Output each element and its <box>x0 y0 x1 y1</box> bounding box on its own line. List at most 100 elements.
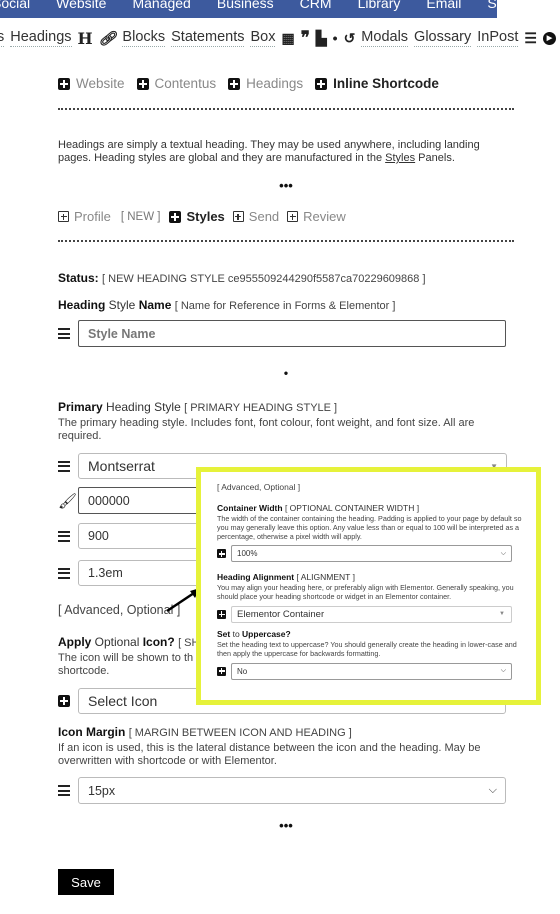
undo-icon[interactable]: ↺ <box>344 30 356 47</box>
calculator-icon[interactable]: ▦ <box>281 30 294 47</box>
label-part: Icon Margin <box>58 725 126 739</box>
plus-square-icon <box>136 77 149 90</box>
subtab-send[interactable]: Send <box>232 209 279 224</box>
uppercase-row: No ⌵ <box>217 662 522 680</box>
top-nav-business[interactable]: Business <box>217 0 274 13</box>
label-tag: [ OPTIONAL CONTAINER WIDTH ] <box>284 503 420 513</box>
quote-icon[interactable]: ❞ <box>301 28 310 48</box>
top-nav-social[interactable]: Social <box>0 0 30 13</box>
play-circle-icon[interactable]: ▶ <box>542 31 556 45</box>
subnav-link-modals[interactable]: Modals <box>361 29 409 47</box>
color-input[interactable]: 000000 <box>78 487 208 514</box>
plus-square-icon <box>315 77 328 90</box>
styles-link[interactable]: Styles <box>385 152 415 164</box>
tab-headings[interactable]: Headings <box>228 76 303 91</box>
subnav-link-statements[interactable]: Statements <box>171 29 245 47</box>
advanced-panel-content: [ Advanced, Optional ] Container Width [… <box>217 482 522 680</box>
hamburger-icon <box>58 567 78 579</box>
heading-icon[interactable]: H <box>78 29 93 48</box>
uppercase-select[interactable]: No ⌵ <box>231 662 512 680</box>
advanced-optional-link[interactable]: [ Advanced, Optional ] <box>58 603 180 617</box>
sub-nav: s Headings H 🔗︎ Blocks Statements Box ▦ … <box>0 26 556 50</box>
container-width-row: 100% ⌵ <box>217 545 522 563</box>
subnav-link-blocks[interactable]: Blocks <box>122 29 166 47</box>
tab-label: Inline Shortcode <box>333 76 439 91</box>
icon-margin-label: Icon Margin [ MARGIN BETWEEN ICON AND HE… <box>58 725 352 739</box>
new-badge: [ NEW ] <box>120 210 161 223</box>
weight-select[interactable]: 900 <box>78 523 208 549</box>
panel-tag: [ Advanced, Optional ] <box>217 482 301 492</box>
alignment-value: Elementor Container <box>237 608 325 620</box>
subtab-profile[interactable]: Profile <box>58 209 111 224</box>
dot-icon[interactable]: • <box>333 30 338 46</box>
subnav-link-headings[interactable]: Headings <box>10 29 72 47</box>
subtab-label: Styles <box>186 209 225 224</box>
icon-margin-description: If an icon is used, this is the lateral … <box>58 742 481 767</box>
advanced-options-panel: [ Advanced, Optional ] Container Width [… <box>196 467 541 705</box>
label-part: Apply <box>58 635 92 649</box>
icon-margin-select[interactable]: 15px ⌵ <box>78 777 506 804</box>
style-name-input[interactable]: Style Name <box>78 320 506 347</box>
intro-text-after: Panels. <box>415 152 455 164</box>
plus-square-outline-icon <box>232 211 244 222</box>
save-button[interactable]: Save <box>58 869 114 895</box>
plus-square-icon <box>58 695 78 707</box>
alignment-label: Heading Alignment [ ALIGNMENT ] <box>217 572 522 582</box>
dotted-divider <box>58 108 514 110</box>
primary-style-description: The primary heading style. Includes font… <box>58 417 475 442</box>
subnav-link-s[interactable]: s <box>0 29 5 47</box>
subtab-review[interactable]: Review <box>287 209 346 224</box>
breadcrumb-tabs: Website Contentus Headings Inline Shortc… <box>58 76 444 91</box>
label-part: Set <box>217 628 231 639</box>
hamburger-icon <box>58 530 78 542</box>
label-part: to <box>230 628 243 639</box>
top-nav-website[interactable]: Website <box>56 0 106 13</box>
icon-select-value: Select Icon <box>88 693 158 709</box>
label-part: Heading <box>58 298 106 312</box>
top-nav-items: Social Website Managed Business CRM Libr… <box>0 0 497 13</box>
weight-value: 900 <box>88 529 109 543</box>
plus-square-outline-icon <box>287 211 299 222</box>
alignment-select[interactable]: Elementor Container ▼ <box>231 605 512 623</box>
list-icon[interactable]: ☰ <box>524 30 537 47</box>
container-width-select[interactable]: 100% ⌵ <box>231 545 512 563</box>
tab-contentus[interactable]: Contentus <box>136 76 217 91</box>
status-label: Status: <box>58 271 99 285</box>
link-icon[interactable]: 🔗︎ <box>99 30 117 47</box>
subtab-styles[interactable]: Styles <box>169 209 225 224</box>
chevron-down-icon: ⌵ <box>500 667 506 675</box>
hamburger-icon <box>58 328 78 339</box>
uppercase-description: Set the heading text to uppercase? You s… <box>217 639 517 658</box>
top-nav-managed[interactable]: Managed <box>132 0 190 13</box>
size-select[interactable]: 1.3em <box>78 560 208 586</box>
style-name-label: Heading Style Name [ Name for Reference … <box>58 298 395 312</box>
scroll-icon[interactable]: ▙ <box>316 30 327 47</box>
plus-square-icon <box>217 549 226 559</box>
tab-website[interactable]: Website <box>58 76 125 91</box>
color-value: 000000 <box>88 493 130 508</box>
uppercase-value: No <box>237 666 248 676</box>
plus-square-icon <box>169 210 182 223</box>
plus-square-outline-icon <box>58 211 69 222</box>
plus-square-icon <box>217 666 226 676</box>
plus-square-icon <box>217 609 226 619</box>
label-part: Container Width <box>217 503 283 513</box>
tab-label: Contentus <box>154 76 217 91</box>
subnav-link-inpost[interactable]: InPost <box>477 29 519 47</box>
subnav-link-glossary[interactable]: Glossary <box>414 29 472 47</box>
hamburger-icon <box>58 460 78 472</box>
top-nav-crm[interactable]: CRM <box>300 0 332 13</box>
desc-part: The icon will be shown to th <box>58 652 194 664</box>
tab-inline-shortcode[interactable]: Inline Shortcode <box>315 76 439 91</box>
top-nav-email[interactable]: Email <box>426 0 461 13</box>
chevron-down-icon: ⌵ <box>488 784 497 796</box>
top-nav-bar: Social Website Managed Business CRM Libr… <box>0 0 497 18</box>
container-width-description: The width of the container containing th… <box>217 514 522 541</box>
style-name-placeholder: Style Name <box>88 326 156 341</box>
subnav-link-box[interactable]: Box <box>250 29 276 47</box>
top-nav-sms[interactable]: SMS <box>487 0 497 13</box>
subtab-label: Profile <box>74 209 111 224</box>
dot-divider: • <box>283 366 289 380</box>
font-value: Montserrat <box>88 458 155 474</box>
top-nav-library[interactable]: Library <box>358 0 401 13</box>
